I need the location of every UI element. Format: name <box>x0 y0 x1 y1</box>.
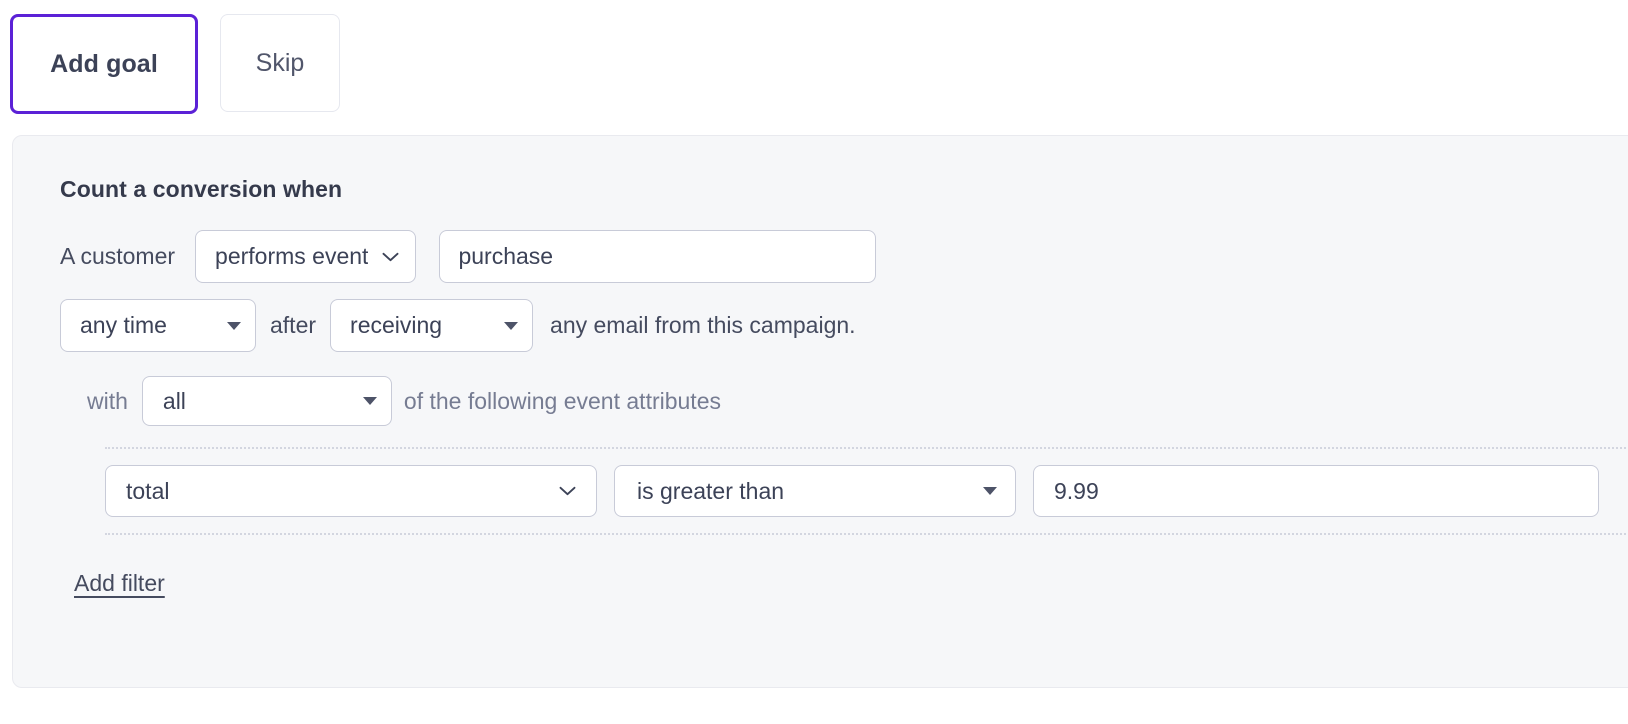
caret-down-icon <box>227 321 241 330</box>
chevron-down-icon <box>559 486 576 496</box>
timing-row: any time after receiving any email from … <box>60 299 1628 352</box>
timing-connector-label: after <box>270 312 317 338</box>
filter-operator-select[interactable]: is greater than <box>614 465 1016 517</box>
skip-button-label: Skip <box>255 48 305 77</box>
chevron-down-icon <box>382 252 399 262</box>
attributes-row: with all of the following event attribut… <box>60 376 1628 426</box>
event-action-select-value: performs event <box>215 243 369 269</box>
attributes-prefix-label: with <box>87 387 128 414</box>
attribute-match-select[interactable]: all <box>141 376 392 426</box>
trigger-row: A customer performs event purchase <box>60 230 1628 283</box>
timing-window-select[interactable]: any time <box>60 299 256 352</box>
attribute-match-select-value: all <box>162 387 186 414</box>
event-name-input-value: purchase <box>458 243 554 269</box>
filter-operator-select-value: is greater than <box>637 477 785 504</box>
add-goal-button[interactable]: Add goal <box>10 14 198 114</box>
interaction-type-select-value: receiving <box>350 312 443 338</box>
timing-tail-label: any email from this campaign. <box>550 312 856 338</box>
add-filter-link[interactable]: Add filter <box>74 570 165 597</box>
add-goal-button-label: Add goal <box>50 49 158 78</box>
action-button-row: Add goal Skip <box>0 0 1628 114</box>
panel-title: Count a conversion when <box>60 176 343 202</box>
caret-down-icon <box>983 487 997 495</box>
timing-window-select-value: any time <box>80 312 167 338</box>
filter-value-input[interactable]: 9.99 <box>1033 465 1599 517</box>
filter-row: total is greater than 9.99 <box>105 447 1626 535</box>
event-name-input[interactable]: purchase <box>439 230 877 283</box>
attributes-suffix-label: of the following event attributes <box>403 387 721 414</box>
caret-down-icon <box>362 397 377 405</box>
event-action-select[interactable]: performs event <box>195 230 417 283</box>
filter-value-input-value: 9.99 <box>1054 477 1099 504</box>
filter-attribute-select-value: total <box>126 477 170 504</box>
caret-down-icon <box>504 321 519 330</box>
skip-button[interactable]: Skip <box>220 14 340 112</box>
interaction-type-select[interactable]: receiving <box>330 299 534 352</box>
subject-label: A customer <box>60 243 176 269</box>
goal-configuration-panel: Count a conversion when A customer perfo… <box>12 135 1628 688</box>
filter-attribute-select[interactable]: total <box>105 465 597 517</box>
add-filter-container: Add filter <box>60 535 1628 597</box>
